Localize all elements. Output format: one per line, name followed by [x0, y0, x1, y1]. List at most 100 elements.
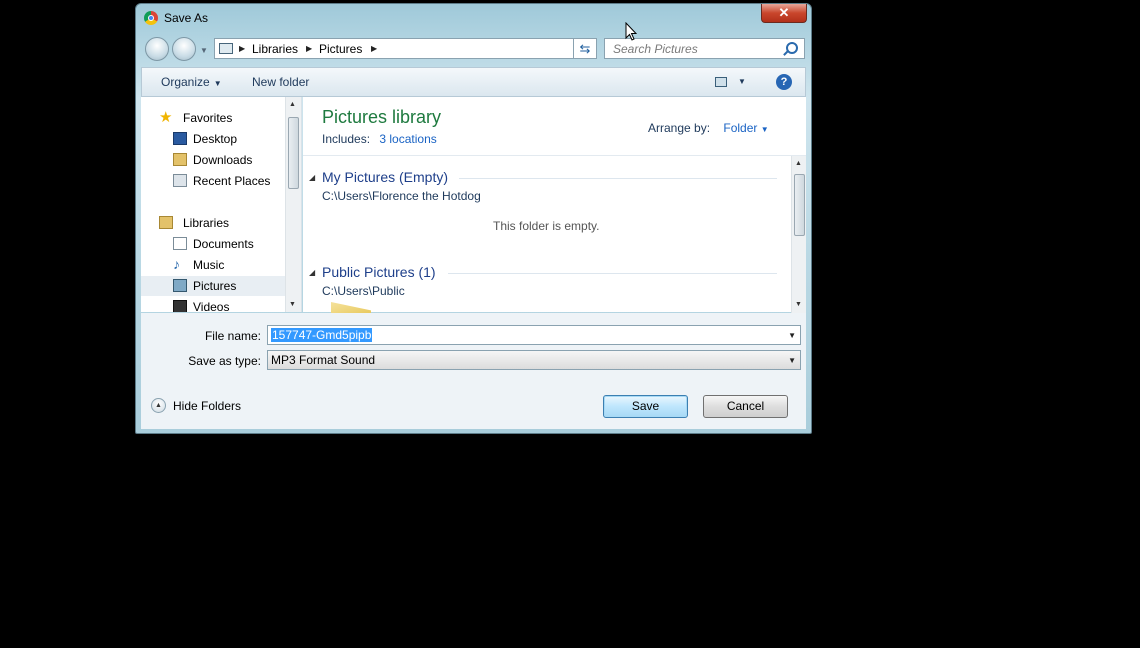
library-title: Pictures library: [322, 107, 442, 127]
chevron-up-icon: ▲: [151, 398, 166, 413]
nav-scrollbar[interactable]: ▲ ▼: [285, 97, 301, 312]
sidebar-item-label: Desktop: [193, 132, 238, 146]
breadcrumb-libraries[interactable]: Libraries: [252, 42, 298, 56]
search-input[interactable]: [611, 41, 785, 57]
sidebar-item-documents[interactable]: Documents: [141, 234, 285, 254]
save-options: File name: 157747-Gmd5pipb ▼ Save as typ…: [141, 313, 806, 429]
caret-down-icon: ▼: [760, 125, 769, 134]
save-button[interactable]: Save: [603, 395, 688, 418]
arrange-by: Arrange by: Folder ▼: [648, 121, 769, 135]
address-row: ▼ ▶ Libraries ▶ Pictures ▶ ▼ ⇆: [136, 35, 811, 65]
sidebar-item-label: Music: [193, 258, 225, 272]
back-button[interactable]: [145, 37, 169, 61]
help-icon[interactable]: ?: [776, 74, 792, 90]
collapse-triangle-icon[interactable]: ◢: [309, 173, 315, 182]
libraries-icon: [159, 216, 173, 229]
chevron-right-icon[interactable]: ▶: [306, 44, 312, 53]
recent-places-icon: [173, 174, 187, 187]
sidebar-item-label: Libraries: [183, 216, 230, 230]
scroll-thumb[interactable]: [794, 174, 805, 236]
file-list-pane: Pictures library Includes: 3 locations A…: [303, 97, 806, 313]
arrange-value: Folder: [723, 121, 758, 135]
scroll-down-icon[interactable]: ▼: [795, 301, 802, 308]
file-name-value: 157747-Gmd5pipb: [271, 328, 373, 342]
chevron-down-icon[interactable]: ▼: [788, 331, 796, 340]
library-includes: Includes: 3 locations: [322, 132, 437, 146]
chevron-right-icon[interactable]: ▶: [371, 44, 377, 53]
collapse-triangle-icon[interactable]: ◢: [309, 268, 315, 277]
folder-icon: [219, 43, 233, 54]
close-button[interactable]: ✕: [761, 4, 807, 23]
mouse-cursor-icon: [625, 22, 637, 41]
sidebar-item-label: Documents: [193, 237, 254, 251]
sidebar-item-music[interactable]: ♪ Music: [141, 255, 285, 275]
scroll-up-icon[interactable]: ▲: [795, 160, 802, 167]
group-header[interactable]: My Pictures (Empty): [322, 169, 448, 185]
file-name-input[interactable]: 157747-Gmd5pipb ▼: [267, 325, 801, 345]
refresh-icon: ⇆: [579, 41, 591, 56]
caret-down-icon[interactable]: ▼: [738, 77, 746, 86]
save-type-label: Save as type:: [188, 354, 261, 368]
sidebar-item-videos[interactable]: Videos: [141, 297, 285, 312]
sidebar-item-favorites[interactable]: ★ Favorites: [141, 108, 285, 128]
refresh-button[interactable]: ⇆: [573, 38, 597, 59]
search-icon[interactable]: [786, 42, 798, 54]
sidebar-item-label: Favorites: [183, 111, 233, 125]
arrange-dropdown[interactable]: Folder ▼: [723, 121, 768, 135]
group-path: C:\Users\Florence the Hotdog: [322, 189, 481, 203]
new-folder-button[interactable]: New folder: [252, 75, 309, 89]
file-name-selected-text: 157747-Gmd5pipb: [271, 328, 373, 342]
scroll-up-icon[interactable]: ▲: [289, 101, 296, 108]
group-path: C:\Users\Public: [322, 284, 405, 298]
sidebar-item-pictures[interactable]: Pictures: [141, 276, 285, 296]
group-divider: [459, 178, 777, 179]
list-scrollbar[interactable]: ▲ ▼: [791, 156, 806, 313]
file-list: ◢ My Pictures (Empty) C:\Users\Florence …: [303, 155, 806, 313]
group-divider: [448, 273, 777, 274]
address-bar[interactable]: ▶ Libraries ▶ Pictures ▶ ▼: [214, 38, 597, 59]
documents-icon: [173, 237, 187, 250]
sidebar-item-label: Videos: [193, 300, 230, 312]
chevron-down-icon[interactable]: ▼: [788, 356, 796, 365]
caret-down-icon: ▼: [213, 79, 222, 88]
sidebar-item-downloads[interactable]: Downloads: [141, 150, 285, 170]
title-bar[interactable]: Save As ✕: [136, 4, 811, 32]
empty-folder-message: This folder is empty.: [493, 219, 600, 233]
save-as-dialog: Save As ✕ ▼ ▶ Libraries ▶ Pictures ▶ ▼ ⇆…: [135, 3, 812, 434]
star-icon: ★: [159, 109, 173, 126]
downloads-folder-icon: [173, 153, 187, 166]
breadcrumb-pictures[interactable]: Pictures: [319, 42, 362, 56]
includes-label: Includes:: [322, 132, 371, 146]
cancel-button[interactable]: Cancel: [703, 395, 788, 418]
command-bar: Organize ▼ New folder ▼ ?: [141, 67, 806, 97]
arrange-label: Arrange by:: [648, 121, 711, 135]
chrome-icon: [144, 11, 158, 25]
save-type-select[interactable]: MP3 Format Sound ▼: [267, 350, 801, 370]
forward-button[interactable]: [172, 37, 196, 61]
sidebar-item-libraries[interactable]: Libraries: [141, 213, 285, 233]
scroll-thumb[interactable]: [288, 117, 299, 189]
recent-pages-chevron-icon[interactable]: ▼: [200, 46, 208, 55]
folder-thumbnail-icon[interactable]: [331, 302, 371, 313]
pictures-icon: [173, 279, 187, 292]
change-view-icon[interactable]: [715, 77, 727, 87]
scroll-down-icon[interactable]: ▼: [289, 301, 296, 308]
window-title: Save As: [164, 11, 209, 25]
chevron-right-icon[interactable]: ▶: [239, 44, 245, 53]
sidebar-item-recent-places[interactable]: Recent Places: [141, 171, 285, 191]
sidebar-item-label: Downloads: [193, 153, 253, 167]
sidebar-item-label: Recent Places: [193, 174, 271, 188]
hide-folders-label: Hide Folders: [173, 399, 242, 413]
save-type-value: MP3 Format Sound: [271, 353, 376, 367]
organize-label: Organize: [161, 75, 210, 89]
sidebar-item-label: Pictures: [193, 279, 237, 293]
navigation-pane: ★ Favorites Desktop Downloads Recent Pla…: [141, 97, 302, 312]
locations-link[interactable]: 3 locations: [379, 132, 436, 146]
desktop-icon: [173, 132, 187, 145]
sidebar-item-desktop[interactable]: Desktop: [141, 129, 285, 149]
music-note-icon: ♪: [173, 256, 180, 272]
organize-button[interactable]: Organize ▼: [161, 75, 222, 89]
videos-film-icon: [173, 300, 187, 312]
group-header[interactable]: Public Pictures (1): [322, 264, 436, 280]
file-name-label: File name:: [204, 329, 261, 343]
